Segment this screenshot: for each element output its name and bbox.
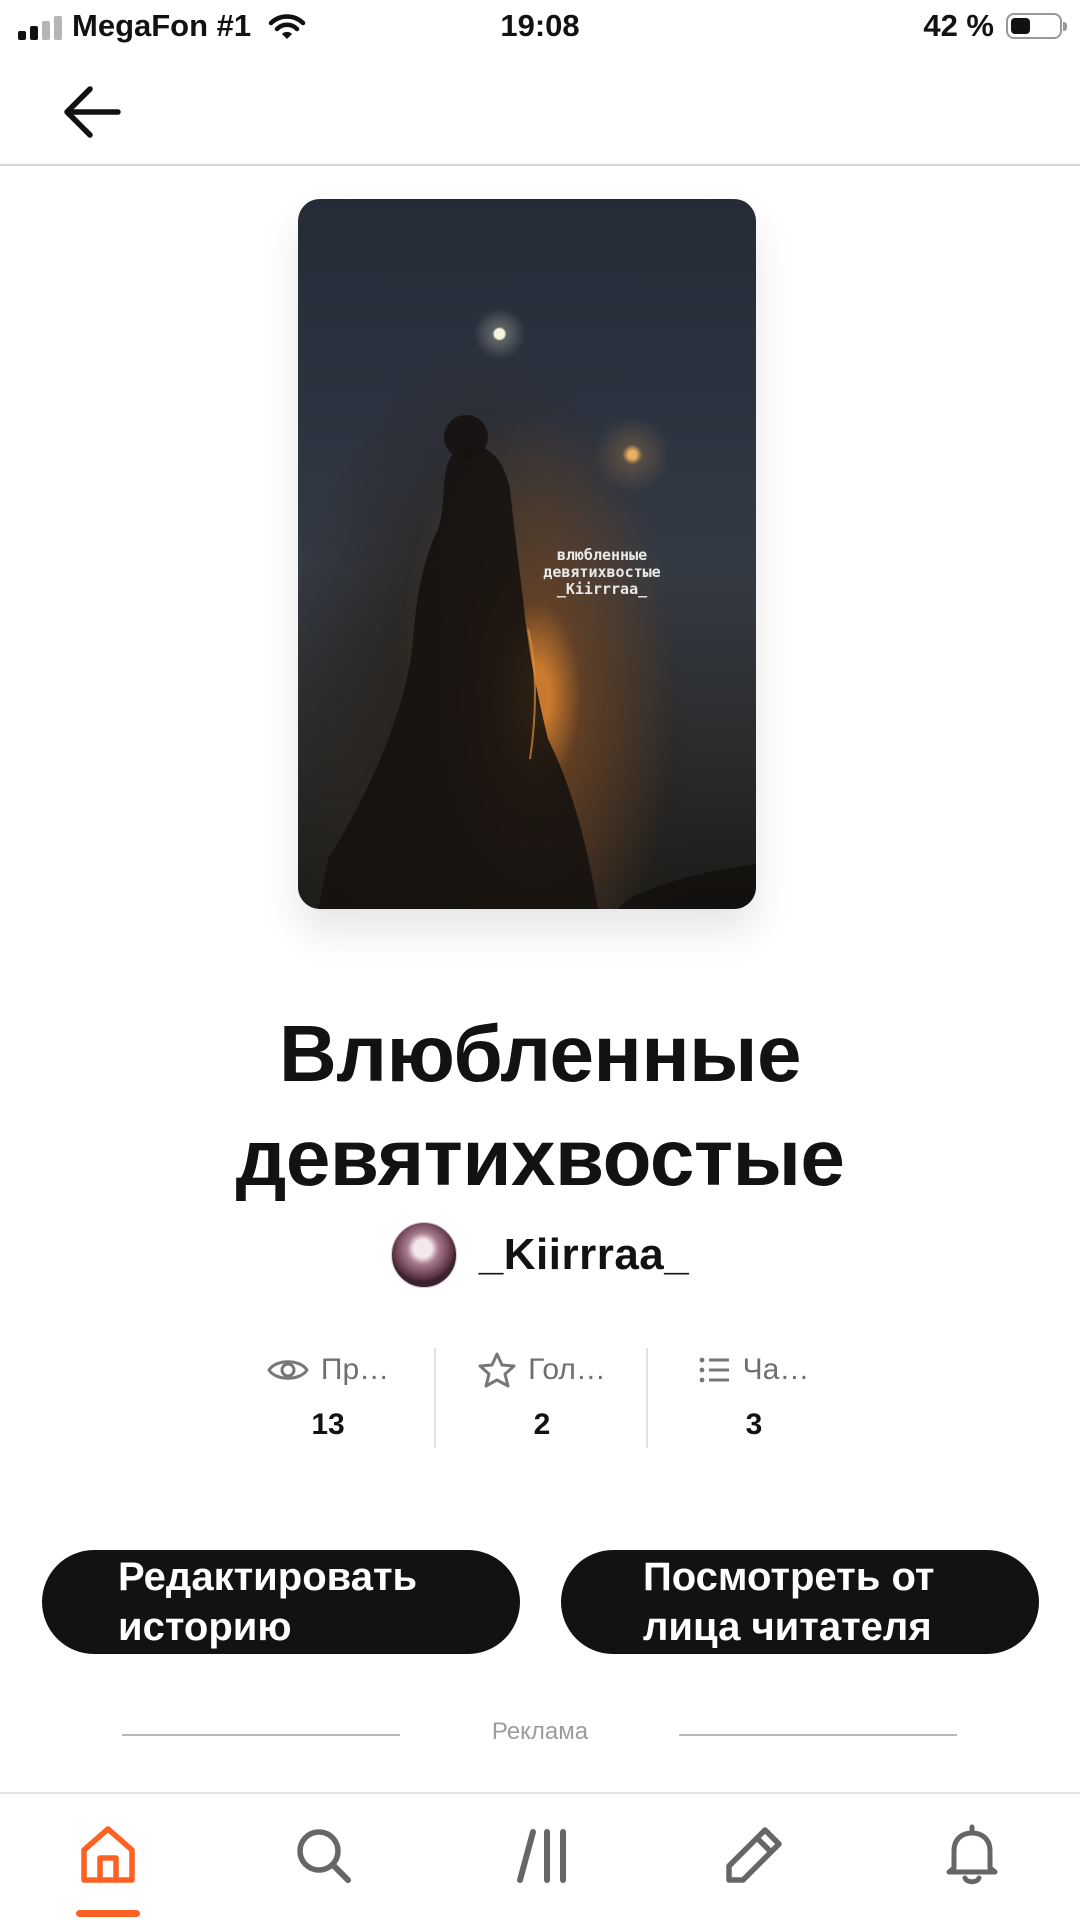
stat-value: 2: [533, 1408, 551, 1441]
status-bar: MegaFon #1 19:08 42 %: [0, 0, 1080, 56]
nav-notifications[interactable]: [932, 1824, 1012, 1904]
stat-label: Пр…: [320, 1353, 390, 1386]
nav-search[interactable]: [284, 1824, 364, 1904]
stat-label: Ча…: [742, 1353, 810, 1386]
top-bar: [0, 56, 1080, 166]
ad-divider-right: [679, 1734, 957, 1736]
list-icon: [699, 1357, 729, 1383]
edit-story-label: историю: [118, 1605, 292, 1649]
back-button[interactable]: [56, 76, 128, 148]
stat-value: 3: [745, 1408, 763, 1441]
cover-caption-line: _Kiirrraa_: [556, 580, 648, 598]
nav-write[interactable]: [714, 1824, 794, 1904]
author-name[interactable]: _Kiirrraa_: [479, 1230, 689, 1280]
star-icon: [478, 1352, 516, 1388]
cover-caption: влюбленные девятихвостые _Kiirrraa_: [512, 547, 692, 598]
story-stats: Пр… 13 Гол… 2 Ча… 3: [222, 1348, 858, 1448]
stat-label: Гол…: [528, 1353, 606, 1386]
home-icon: [81, 1826, 135, 1883]
ad-label: Реклама: [491, 1718, 589, 1745]
stat-reads: Пр… 13: [222, 1348, 434, 1448]
battery-icon: [1006, 13, 1067, 39]
arrow-left-icon: [64, 86, 121, 138]
library-icon: [517, 1829, 566, 1883]
eye-icon: [267, 1360, 309, 1380]
nav-home[interactable]: [68, 1824, 148, 1904]
signal-strength-icon: [18, 16, 66, 40]
reader-preview-label: Посмотреть от: [643, 1555, 935, 1599]
nav-library[interactable]: [503, 1824, 583, 1904]
author-avatar[interactable]: [390, 1222, 457, 1288]
bell-icon: [946, 1824, 998, 1885]
pencil-icon: [726, 1827, 782, 1883]
story-cover[interactable]: влюбленные девятихвостые _Kiirrraa_: [298, 199, 756, 909]
cover-caption-line: девятихвостые: [543, 563, 661, 581]
cover-caption-line: влюбленные: [556, 546, 648, 564]
wifi-icon: [268, 14, 306, 39]
search-icon: [297, 1829, 351, 1883]
carrier-name: MegaFon #1: [72, 8, 252, 43]
stat-votes: Гол… 2: [434, 1348, 648, 1448]
story-title-line: девятихвостые: [235, 1113, 845, 1202]
edit-story-button[interactable]: Редактировать историю: [42, 1550, 520, 1654]
story-title: Влюбленные девятихвостые: [0, 1002, 1080, 1210]
stat-parts: Ча… 3: [646, 1348, 860, 1448]
stat-value: 13: [311, 1408, 345, 1441]
edit-story-label: Редактировать: [118, 1555, 418, 1599]
reader-preview-label: лица читателя: [643, 1605, 932, 1649]
bottom-navigation: [0, 1792, 1080, 1920]
battery-percent: 42 %: [923, 8, 994, 43]
active-tab-indicator: [76, 1910, 140, 1917]
story-title-line: Влюбленные: [279, 1009, 802, 1098]
reader-preview-button[interactable]: Посмотреть от лица читателя: [561, 1550, 1039, 1654]
author-row[interactable]: _Kiirrraa_: [0, 1222, 1080, 1288]
